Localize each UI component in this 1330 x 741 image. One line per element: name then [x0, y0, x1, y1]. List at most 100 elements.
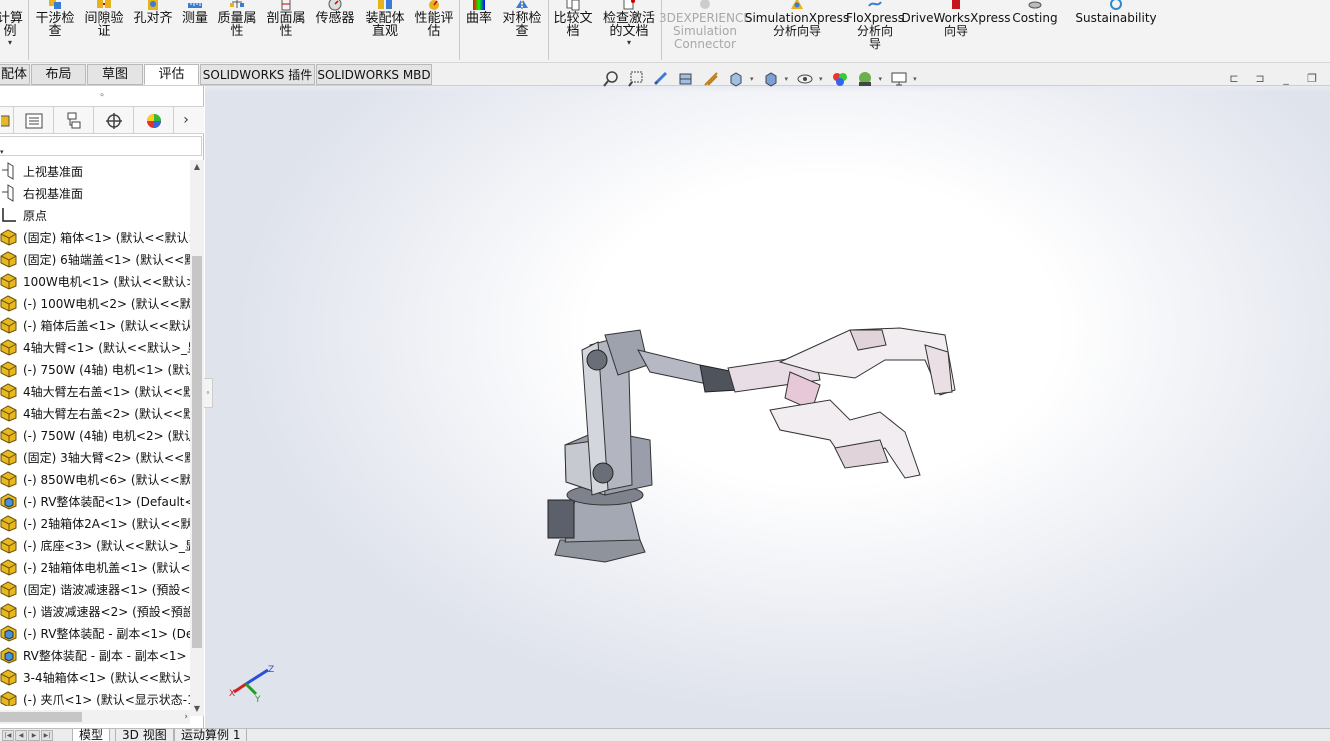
- tree-item-part[interactable]: (-) 夹爪<1> (默认<显示状态-1: [0, 688, 190, 706]
- view-orientation-icon[interactable]: [725, 68, 747, 90]
- previous-view-icon[interactable]: [650, 68, 672, 90]
- hole-alignment-button[interactable]: 孔对齐: [131, 0, 175, 62]
- tab-solidworks-mbd[interactable]: SOLIDWORKS MBD: [316, 64, 432, 85]
- interference-check-button[interactable]: 干涉检 查: [33, 0, 77, 62]
- first-tab-icon[interactable]: |◀: [2, 730, 14, 741]
- propertymanager-tab[interactable]: [14, 107, 54, 134]
- tree-filter-input[interactable]: [0, 136, 202, 156]
- tree-item-subassembly[interactable]: RV整体装配 - 副本 - 副本<1>: [0, 644, 190, 666]
- scroll-up-icon[interactable]: ▲: [190, 160, 204, 174]
- last-tab-icon[interactable]: ▶|: [41, 730, 53, 741]
- simulation-connector-button[interactable]: 3DEXPERIENCE Simulation Connector: [659, 0, 751, 62]
- tab-3d-views[interactable]: 3D 视图: [115, 729, 174, 741]
- scroll-right-icon[interactable]: ›: [184, 710, 188, 724]
- tab-assembly[interactable]: 配体: [0, 64, 30, 85]
- tree-item-top-plane[interactable]: 上视基准面: [0, 160, 190, 182]
- configurationmanager-tab[interactable]: [54, 107, 94, 134]
- subassembly-icon: [0, 624, 20, 642]
- tree-item-part[interactable]: (-) 750W (4轴) 电机<2> (默认: [0, 424, 190, 446]
- tree-item-part[interactable]: (-) 100W电机<2> (默认<<默认: [0, 292, 190, 314]
- edit-appearance-icon[interactable]: [829, 68, 851, 90]
- tree-item-subassembly[interactable]: (-) RV整体装配<1> (Default<: [0, 490, 190, 512]
- sensor-button[interactable]: 传感器: [313, 0, 357, 62]
- sustainability-button[interactable]: Sustainability: [1075, 0, 1157, 62]
- tab-layout[interactable]: 布局: [31, 64, 86, 85]
- tree-item-part[interactable]: (-) 2轴箱体2A<1> (默认<<默认: [0, 512, 190, 534]
- clearance-verification-button[interactable]: 间隙验 证: [82, 0, 126, 62]
- simulationxpress-button[interactable]: SimulationXpress 分析向导: [745, 0, 849, 62]
- compare-documents-button[interactable]: 比较文 档: [551, 0, 595, 62]
- tree-item-part[interactable]: (-) 2轴箱体电机盖<1> (默认<<: [0, 556, 190, 578]
- tree-item-origin[interactable]: 原点: [0, 204, 190, 226]
- measure-button[interactable]: 测量: [180, 0, 210, 62]
- dynamic-annotation-icon[interactable]: [700, 68, 722, 90]
- tree-item-right-plane[interactable]: 右视基准面: [0, 182, 190, 204]
- driveworksxpress-button[interactable]: DriveWorksXpress 向导: [901, 0, 1011, 62]
- view-settings-icon[interactable]: [888, 68, 910, 90]
- chevron-down-icon[interactable]: ▾: [0, 148, 4, 156]
- section-view-icon[interactable]: [675, 68, 697, 90]
- chevron-down-icon[interactable]: ▾: [819, 75, 823, 83]
- panel-collapse-handle[interactable]: ⚬: [204, 378, 213, 408]
- chevron-down-icon[interactable]: ▾: [785, 75, 789, 83]
- zoom-to-fit-icon[interactable]: [600, 68, 622, 90]
- apply-scene-icon[interactable]: [854, 68, 876, 90]
- tree-item-part[interactable]: (-) 850W电机<6> (默认<<默认: [0, 468, 190, 490]
- chevron-down-icon[interactable]: ▾: [913, 75, 917, 83]
- panel-grip[interactable]: ⚬: [0, 86, 204, 106]
- tree-item-part[interactable]: (固定) 6轴端盖<1> (默认<<默: [0, 248, 190, 270]
- tree-item-part[interactable]: (-) 底座<3> (默认<<默认>_显: [0, 534, 190, 556]
- graphics-viewport[interactable]: [205, 86, 1330, 728]
- previous-pane-icon[interactable]: ⊏: [1226, 70, 1242, 86]
- section-properties-button[interactable]: 剖面属 性: [264, 0, 308, 62]
- tree-item-part[interactable]: 100W电机<1> (默认<<默认>: [0, 270, 190, 292]
- displaymanager-tab[interactable]: [134, 107, 174, 134]
- performance-evaluation-button[interactable]: 性能评 估: [412, 0, 456, 62]
- symmetry-check-button[interactable]: 对称检 查: [499, 0, 545, 62]
- chevron-down-icon[interactable]: ▾: [8, 38, 12, 47]
- tree-item-part[interactable]: (固定) 谐波减速器<1> (預設<預: [0, 578, 190, 600]
- display-style-icon[interactable]: [760, 68, 782, 90]
- chevron-right-icon[interactable]: ›: [174, 107, 198, 133]
- tree-item-part[interactable]: 3-4轴箱体<1> (默认<<默认>_: [0, 666, 190, 688]
- restore-icon[interactable]: ❐: [1304, 70, 1320, 86]
- tree-item-part[interactable]: 4轴大臂<1> (默认<<默认>_显: [0, 336, 190, 358]
- tree-item-part[interactable]: (-) 750W (4轴) 电机<1> (默认: [0, 358, 190, 380]
- tree-horizontal-scrollbar[interactable]: ›: [0, 710, 190, 724]
- tree-item-part[interactable]: (固定) 箱体<1> (默认<<默认>: [0, 226, 190, 248]
- scroll-down-icon[interactable]: ▼: [190, 702, 204, 716]
- tree-vertical-scrollbar[interactable]: ▲ ▼: [190, 160, 204, 716]
- tab-evaluate[interactable]: 评估: [144, 64, 199, 85]
- tree-item-part[interactable]: (-) 箱体后盖<1> (默认<<默认: [0, 314, 190, 336]
- next-pane-icon[interactable]: ⊐: [1252, 70, 1268, 86]
- scroll-thumb[interactable]: [0, 712, 82, 722]
- check-active-document-button[interactable]: 检查激活 的文档 ▾: [600, 0, 658, 62]
- curvature-button[interactable]: 曲率: [463, 0, 495, 62]
- tab-solidworks-addins[interactable]: SOLIDWORKS 插件: [200, 64, 315, 85]
- dimxpertmanager-tab[interactable]: [94, 107, 134, 134]
- tree-item-part[interactable]: 4轴大臂左右盖<2> (默认<<默: [0, 402, 190, 424]
- minimize-icon[interactable]: _: [1278, 70, 1294, 86]
- calculator-button[interactable]: 计算 例 ▾: [0, 0, 24, 62]
- featuremanager-tab[interactable]: [0, 107, 14, 134]
- hide-show-items-icon[interactable]: [794, 68, 816, 90]
- mass-properties-button[interactable]: 质量属 性: [215, 0, 259, 62]
- chevron-down-icon[interactable]: ▾: [750, 75, 754, 83]
- floxpress-button[interactable]: FloXpress 分析向 导: [846, 0, 904, 62]
- assembly-visualization-button[interactable]: 装配体 直观: [362, 0, 408, 62]
- zoom-to-area-icon[interactable]: [625, 68, 647, 90]
- tab-model[interactable]: 模型: [72, 729, 111, 741]
- tab-sketch[interactable]: 草图: [87, 64, 143, 85]
- chevron-down-icon[interactable]: ▾: [627, 38, 631, 47]
- tree-item-subassembly[interactable]: (-) RV整体装配 - 副本<1> (De: [0, 622, 190, 644]
- robot-arm-model[interactable]: [205, 86, 1330, 728]
- costing-button[interactable]: Costing: [1010, 0, 1060, 62]
- previous-tab-icon[interactable]: ◀: [15, 730, 27, 741]
- next-tab-icon[interactable]: ▶: [28, 730, 40, 741]
- tree-item-part[interactable]: (固定) 3轴大臂<2> (默认<<默: [0, 446, 190, 468]
- chevron-down-icon[interactable]: ▾: [879, 75, 883, 83]
- scroll-thumb[interactable]: [192, 256, 202, 648]
- tab-motion-study[interactable]: 运动算例 1: [174, 729, 248, 741]
- tree-item-part[interactable]: 4轴大臂左右盖<1> (默认<<默: [0, 380, 190, 402]
- tree-item-part[interactable]: (-) 谐波减速器<2> (預設<預設: [0, 600, 190, 622]
